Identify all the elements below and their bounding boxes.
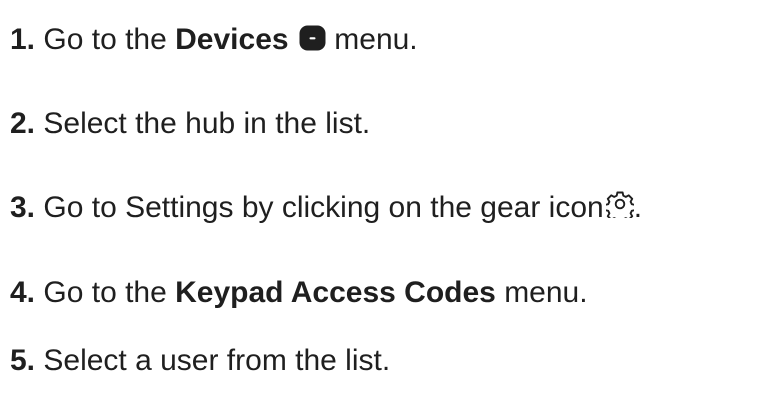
step-text: Go to the [43, 23, 167, 56]
step-3: 3. Go to Settings by clicking on the gea… [10, 190, 642, 226]
step-text: Select a user from the list. [43, 344, 391, 377]
step-2: 2. Select the hub in the list. [10, 106, 370, 142]
devices-icon [299, 25, 326, 51]
step-number: 3. [10, 191, 36, 224]
step-text: . [633, 191, 643, 224]
step-1: 1. Go to the Devices menu. [10, 22, 418, 58]
step-text: Go to Settings by clicking on the gear i… [43, 191, 604, 224]
devices-menu-label: Devices [175, 23, 289, 56]
step-text: menu. [334, 23, 418, 56]
step-number: 4. [10, 276, 36, 309]
gear-icon [605, 191, 634, 218]
step-text: Go to the [43, 276, 167, 309]
step-number: 1. [10, 23, 36, 56]
step-number: 5. [10, 344, 36, 377]
step-5: 5. Select a user from the list. [10, 343, 390, 379]
step-number: 2. [10, 107, 36, 140]
step-4: 4. Go to the Keypad Access Codes menu. [10, 275, 588, 311]
step-text: menu. [504, 276, 588, 309]
step-text: Select the hub in the list. [43, 107, 371, 140]
keypad-access-codes-menu-label: Keypad Access Codes [175, 276, 496, 309]
